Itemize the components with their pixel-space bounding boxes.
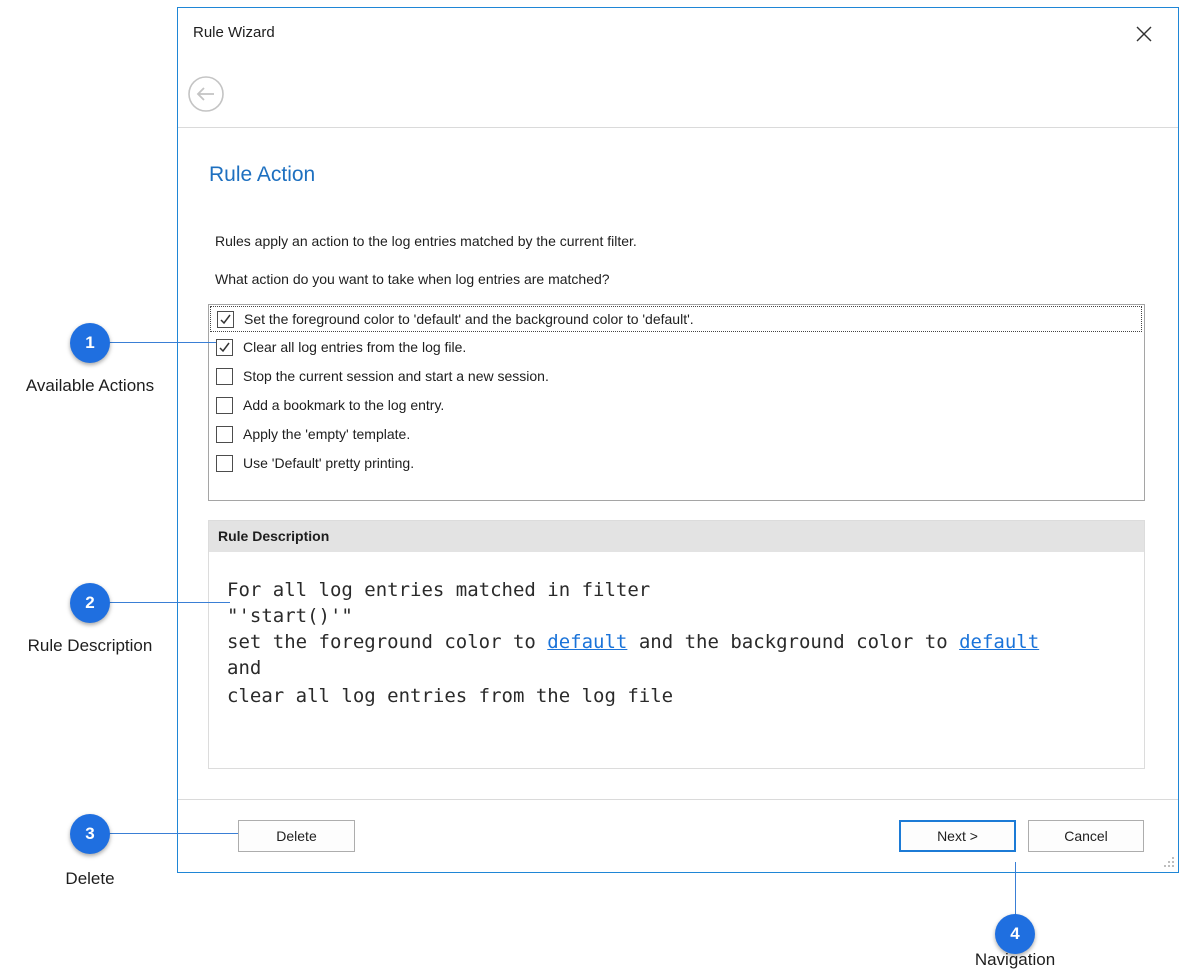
callout-4-leader <box>1015 862 1016 916</box>
callout-3-leader <box>108 833 238 834</box>
foreground-color-link[interactable]: default <box>547 631 627 653</box>
callout-1-leader <box>108 342 216 343</box>
header-divider <box>178 127 1178 128</box>
callout-2-leader <box>108 602 230 603</box>
rule-description-panel: Rule Description For all log entries mat… <box>208 520 1145 769</box>
action-label: Use 'Default' pretty printing. <box>243 455 415 471</box>
description-line: clear all log entries from the log file <box>227 685 674 707</box>
action-checkbox-checked[interactable] <box>216 339 233 356</box>
callout-label-rule-description: Rule Description <box>27 636 153 655</box>
action-checkbox[interactable] <box>216 455 233 472</box>
question-text: What action do you want to take when log… <box>215 271 610 287</box>
callout-label-navigation: Navigation <box>974 950 1056 969</box>
action-checkbox[interactable] <box>216 426 233 443</box>
cancel-button[interactable]: Cancel <box>1028 820 1144 852</box>
resize-grip-icon[interactable] <box>1162 854 1176 870</box>
delete-button[interactable]: Delete <box>238 820 355 852</box>
page-title: Rule Action <box>209 163 316 186</box>
footer-divider <box>178 799 1178 800</box>
description-text: set the foreground color to <box>227 631 548 653</box>
close-icon[interactable] <box>1128 18 1160 50</box>
window-title: Rule Wizard <box>193 24 275 41</box>
background-color-link[interactable]: default <box>959 631 1039 653</box>
next-button[interactable]: Next > <box>899 820 1016 852</box>
action-item-set-colors[interactable]: Set the foreground color to 'default' an… <box>210 306 1142 332</box>
description-text: and the background color to <box>627 631 960 653</box>
action-checkbox-checked[interactable] <box>217 311 234 328</box>
callout-label-delete: Delete <box>65 869 115 888</box>
rule-description-title: Rule Description <box>218 528 330 544</box>
callout-badge-1: 1 <box>70 323 110 363</box>
action-checkbox[interactable] <box>216 368 233 385</box>
callout-label-available-actions: Available Actions <box>25 376 155 395</box>
intro-text: Rules apply an action to the log entries… <box>215 233 637 249</box>
action-label: Stop the current session and start a new… <box>243 368 549 384</box>
action-label: Add a bookmark to the log entry. <box>243 397 445 413</box>
callout-badge-2: 2 <box>70 583 110 623</box>
description-line: For all log entries matched in filter <box>227 579 651 601</box>
description-filter-name: "'start()'" <box>227 605 353 627</box>
action-label: Apply the 'empty' template. <box>243 426 411 442</box>
action-item-pretty-printing[interactable]: Use 'Default' pretty printing. <box>210 451 1142 477</box>
action-checkbox[interactable] <box>216 397 233 414</box>
action-item-template[interactable]: Apply the 'empty' template. <box>210 422 1142 448</box>
description-line: and <box>227 657 262 679</box>
action-item-clear-log[interactable]: Clear all log entries from the log file. <box>210 335 1142 361</box>
rule-description-header: Rule Description <box>209 521 1144 552</box>
back-arrow-icon[interactable] <box>187 75 225 113</box>
callout-badge-3: 3 <box>70 814 110 854</box>
available-actions-list: Set the foreground color to 'default' an… <box>208 304 1145 501</box>
action-item-bookmark[interactable]: Add a bookmark to the log entry. <box>210 393 1142 419</box>
callout-badge-4: 4 <box>995 914 1035 954</box>
action-label: Set the foreground color to 'default' an… <box>244 311 694 327</box>
description-line: set the foreground color to default and … <box>227 631 1039 653</box>
action-label: Clear all log entries from the log file. <box>243 339 467 355</box>
rule-wizard-window: Rule Wizard Rule Action Rules apply an a… <box>177 7 1179 873</box>
action-item-new-session[interactable]: Stop the current session and start a new… <box>210 364 1142 390</box>
